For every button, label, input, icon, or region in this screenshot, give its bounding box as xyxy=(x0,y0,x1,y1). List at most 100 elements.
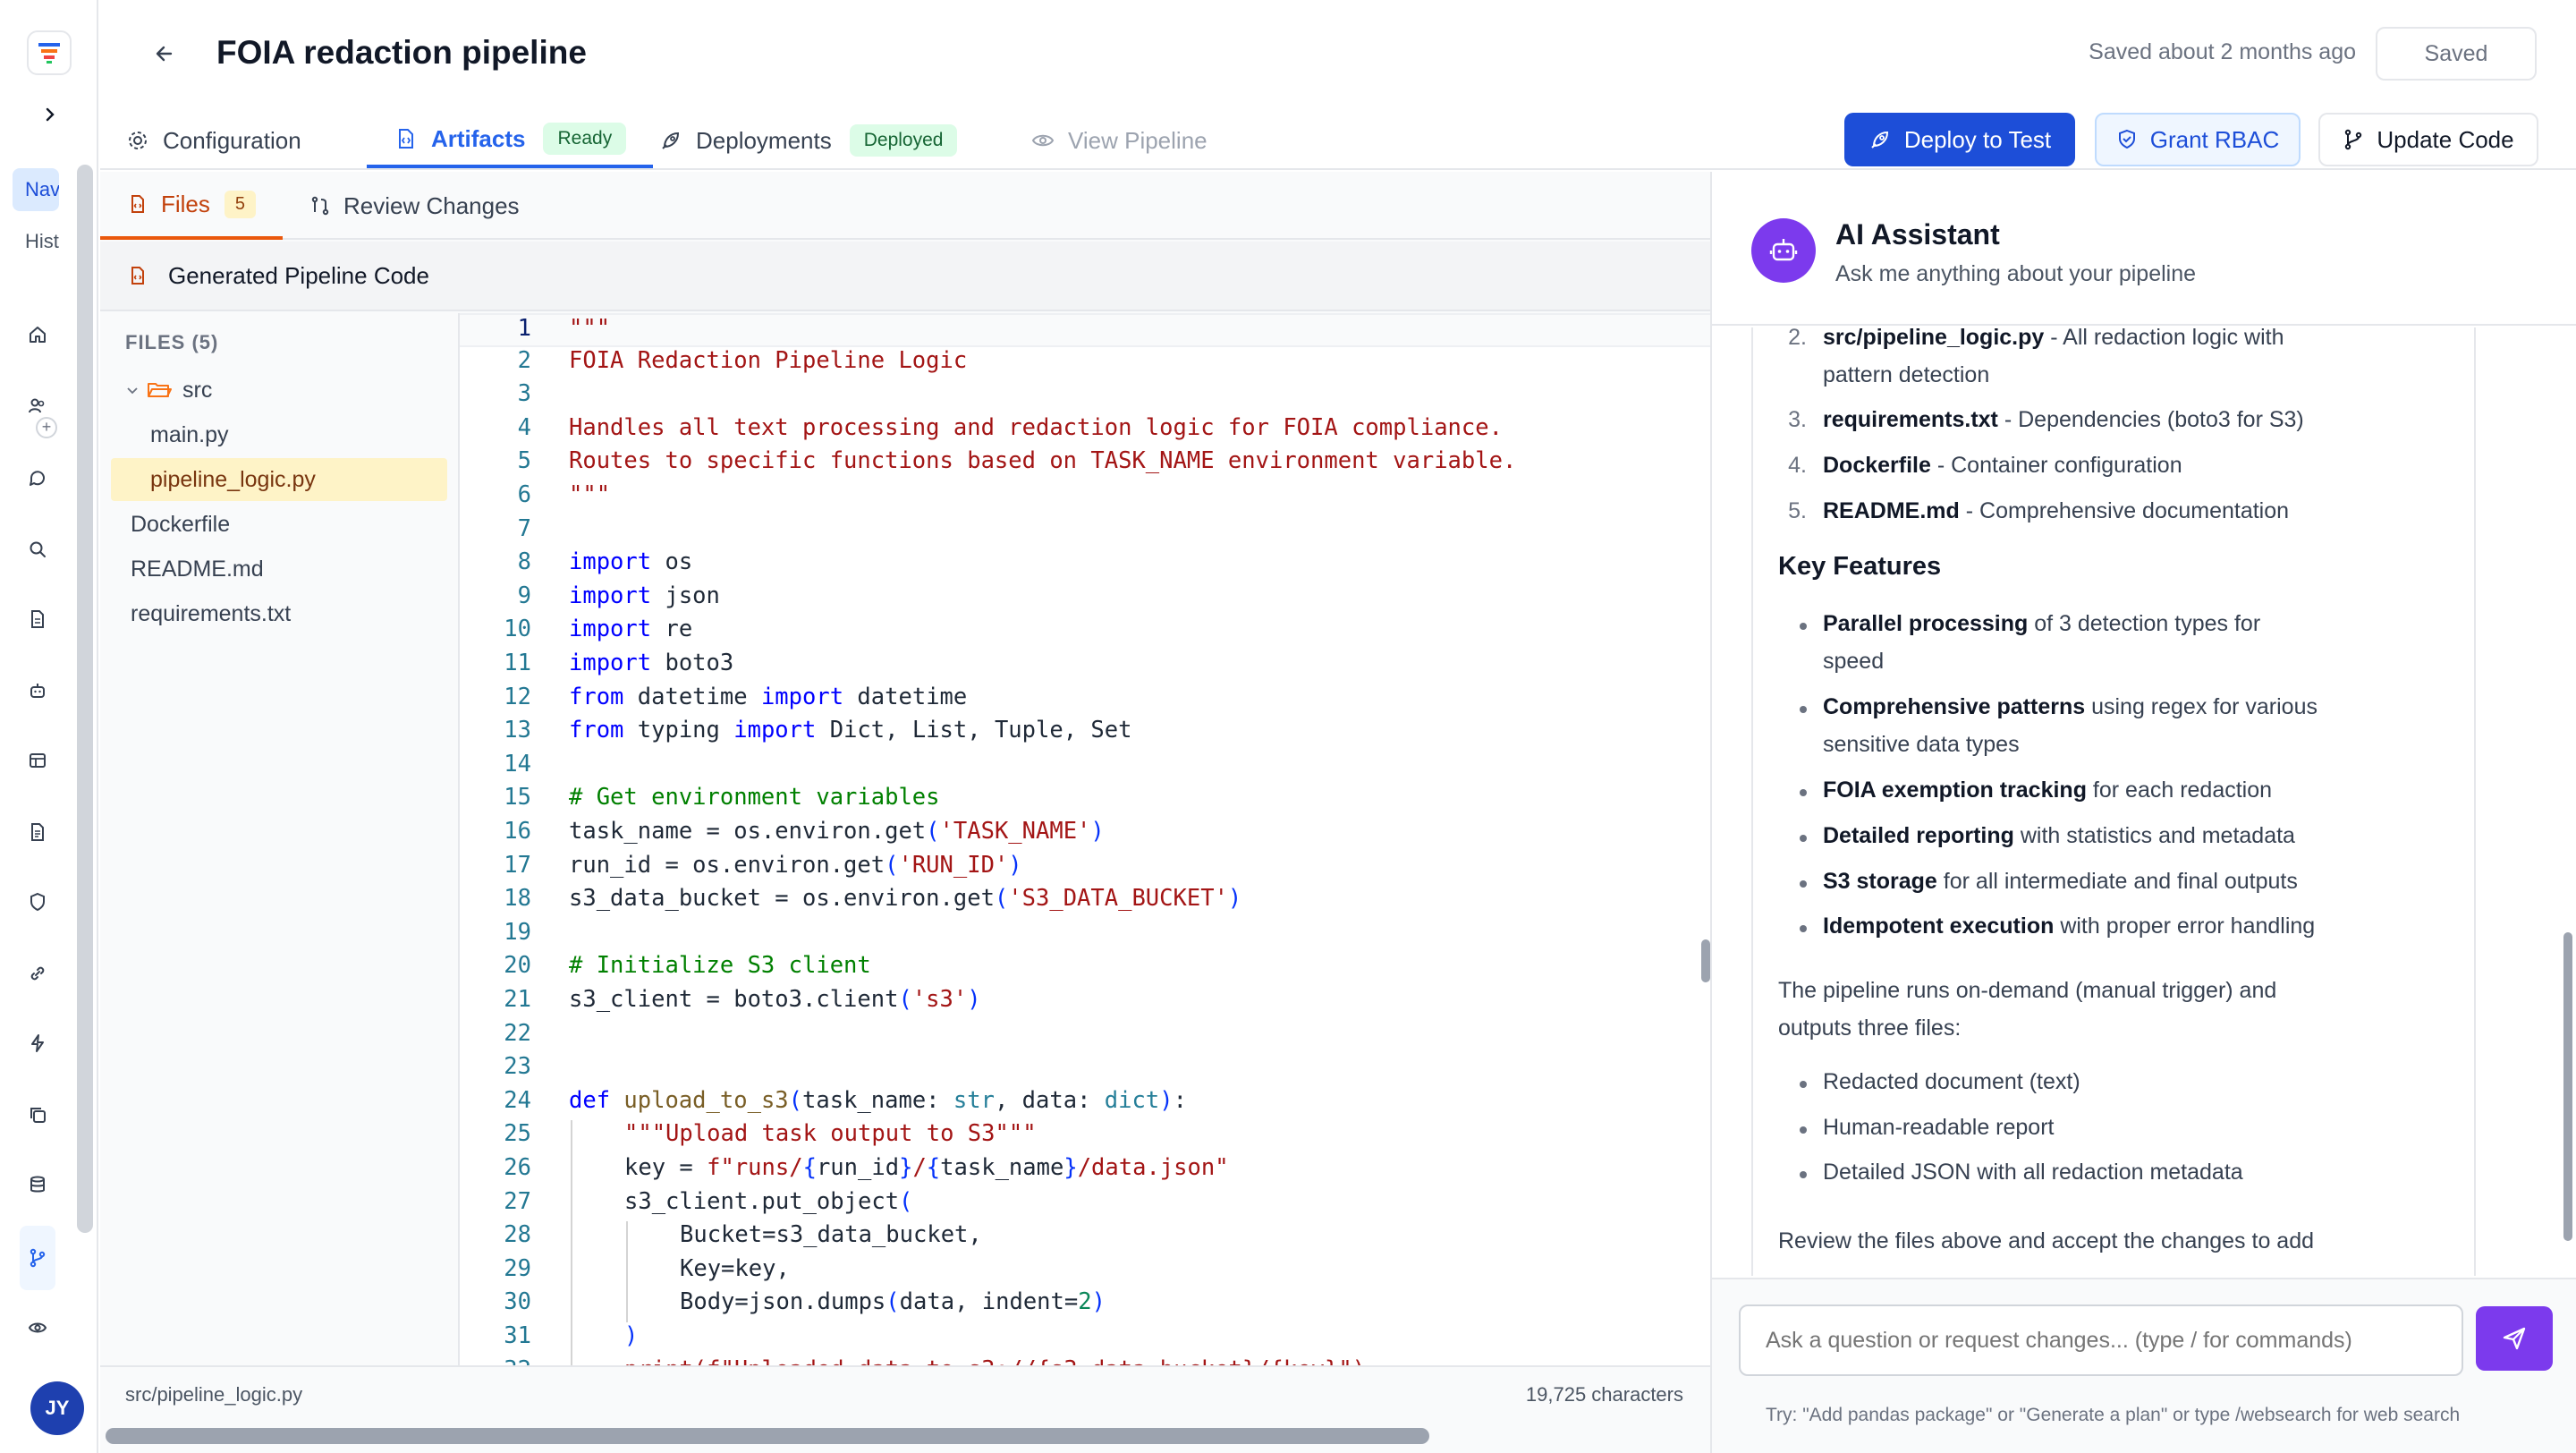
code-editor[interactable]: 1 """ 2 FOIA Redaction Pipeline Logic 3 4H… xyxy=(460,313,1710,1365)
shield-check-icon xyxy=(2116,129,2138,150)
code-line: 25 """Upload task output to S3""" xyxy=(504,1120,1037,1148)
table-icon[interactable] xyxy=(20,743,55,778)
code-line: 5 Routes to specific functions based on T… xyxy=(517,447,1517,475)
arrow-left-icon xyxy=(156,46,173,62)
file-icon xyxy=(127,193,148,215)
list-item: S3 storage for all intermediate and fina… xyxy=(1823,869,2298,894)
editor-status-bar: src/pipeline_logic.py 19,725 characters xyxy=(100,1365,1710,1419)
indent-guide xyxy=(571,1120,572,1365)
list-item-continuation: speed xyxy=(1823,649,1885,674)
file-main-py[interactable]: main.py xyxy=(150,413,229,456)
add-icon[interactable]: + xyxy=(36,417,57,438)
paragraph: The pipeline runs on-demand (manual trig… xyxy=(1778,978,2277,1003)
file-requirements[interactable]: requirements.txt xyxy=(131,592,291,635)
copy-icon[interactable] xyxy=(20,1097,55,1133)
code-line: 30 Body=json.dumps(data, indent=2) xyxy=(504,1288,1106,1316)
code-line: 22 xyxy=(504,1019,531,1047)
list-item: Comprehensive patterns using regex for v… xyxy=(1823,694,2318,719)
button-label: Grant RBAC xyxy=(2149,125,2280,153)
rocket-icon xyxy=(658,128,683,153)
tab-deployments[interactable]: Deployments Deployed xyxy=(658,113,958,168)
horizontal-scrollbar[interactable] xyxy=(106,1428,1429,1444)
file-tree-title: FILES (5) xyxy=(125,331,219,353)
ai-assistant-panel: AI Assistant Ask me anything about your … xyxy=(1710,172,2576,1453)
rocket-icon xyxy=(1868,128,1892,151)
robot-icon[interactable] xyxy=(20,673,55,709)
file-icon[interactable] xyxy=(20,814,55,850)
code-line: 12 from datetime import datetime xyxy=(504,683,968,710)
eye-icon xyxy=(1030,128,1055,153)
chat-icon[interactable] xyxy=(20,460,55,496)
git-branch-icon[interactable] xyxy=(20,1226,55,1290)
logo-icon xyxy=(38,43,60,64)
code-line: 6 """ xyxy=(517,481,611,508)
expand-sidebar-button[interactable] xyxy=(36,100,64,129)
subtab-files[interactable]: Files 5 xyxy=(100,172,284,240)
editor-scrollbar[interactable] xyxy=(1701,939,1710,982)
file-readme[interactable]: README.md xyxy=(131,548,264,591)
nav-tab[interactable]: Nav xyxy=(13,168,59,211)
app-logo[interactable] xyxy=(27,30,72,75)
link-icon[interactable] xyxy=(20,956,55,991)
folder-open-icon xyxy=(148,383,172,397)
tab-configuration[interactable]: Configuration xyxy=(125,113,301,168)
gear-icon xyxy=(125,128,150,153)
list-item: Idempotent execution with proper error h… xyxy=(1823,913,2316,939)
ai-chat-input[interactable] xyxy=(1739,1304,2463,1376)
code-line: 10 import re xyxy=(504,616,693,643)
subtab-label: Files xyxy=(161,190,210,217)
code-line: 15 # Get environment variables xyxy=(504,784,940,811)
database-icon[interactable] xyxy=(20,1167,55,1202)
status-badge: Ready xyxy=(543,123,627,155)
saved-button[interactable]: Saved xyxy=(2376,27,2537,81)
code-line: 17 run_id = os.environ.get('RUN_ID') xyxy=(504,851,1022,879)
files-count-badge: 5 xyxy=(224,190,257,218)
history-tab[interactable]: Hist xyxy=(13,220,59,263)
lightning-icon[interactable] xyxy=(20,1025,55,1061)
section-title: Generated Pipeline Code xyxy=(168,261,429,289)
list-item: Parallel processing of 3 detection types… xyxy=(1823,611,2261,636)
tab-label: View Pipeline xyxy=(1068,126,1208,154)
back-button[interactable] xyxy=(147,36,182,72)
file-dockerfile[interactable]: Dockerfile xyxy=(131,503,230,546)
code-line: 16 task_name = os.environ.get('TASK_NAME'… xyxy=(504,818,1105,845)
grant-rbac-button[interactable]: Grant RBAC xyxy=(2095,113,2301,166)
code-line: 9 import json xyxy=(517,582,720,609)
ai-input-area: Try: "Add pandas package" or "Generate a… xyxy=(1712,1278,2576,1453)
list-item: Detailed JSON with all redaction metadat… xyxy=(1823,1160,2243,1185)
shield-icon[interactable] xyxy=(20,884,55,920)
git-compare-icon xyxy=(309,195,331,217)
bullet xyxy=(1800,623,1807,630)
list-item: Detailed reporting with statistics and m… xyxy=(1823,823,2295,848)
send-button[interactable] xyxy=(2476,1306,2553,1371)
indent-guide xyxy=(626,1221,628,1322)
tab-artifacts[interactable]: Artifacts Ready xyxy=(367,113,654,168)
deploy-to-test-button[interactable]: Deploy to Test xyxy=(1844,113,2075,166)
eye-icon[interactable] xyxy=(20,1310,55,1346)
folder-src[interactable]: src xyxy=(125,369,212,412)
list-item-continuation: sensitive data types xyxy=(1823,732,2020,757)
folder-label: src xyxy=(182,377,213,403)
code-line: 19 xyxy=(504,918,531,946)
list-item: Human-readable report xyxy=(1823,1115,2055,1140)
search-icon[interactable] xyxy=(20,531,55,567)
bullet xyxy=(1800,1126,1807,1134)
code-line: 28 Bucket=s3_data_bucket, xyxy=(504,1221,982,1249)
code-line: 18 s3_data_bucket = os.environ.get('S3_DA… xyxy=(504,885,1242,913)
ai-scrollbar[interactable] xyxy=(2563,932,2572,1241)
send-icon xyxy=(2503,1327,2526,1350)
bullet xyxy=(1800,789,1807,796)
document-icon[interactable] xyxy=(20,601,55,637)
user-avatar[interactable]: JY xyxy=(30,1381,84,1435)
file-pipeline-logic-py[interactable]: pipeline_logic.py xyxy=(111,458,447,501)
code-line: 4 Handles all text processing and redacti… xyxy=(517,413,1503,441)
list-item-continuation: pattern detection xyxy=(1823,362,1990,387)
tab-view-pipeline[interactable]: View Pipeline xyxy=(1030,113,1208,168)
rail-scrollbar[interactable] xyxy=(77,165,93,1233)
update-code-button[interactable]: Update Code xyxy=(2318,113,2538,166)
home-icon[interactable] xyxy=(20,317,55,353)
bullet xyxy=(1800,880,1807,888)
subtab-review-changes[interactable]: Review Changes xyxy=(309,172,520,240)
tab-label: Configuration xyxy=(163,126,301,154)
subtab-label: Review Changes xyxy=(343,191,520,219)
